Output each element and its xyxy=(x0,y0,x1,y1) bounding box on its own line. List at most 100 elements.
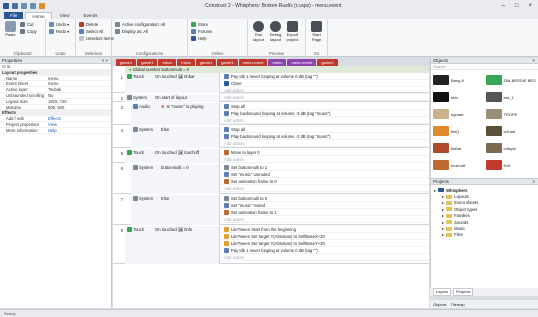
action-row[interactable]: Set buttonmulti to 1 xyxy=(221,164,429,171)
run-layout-button[interactable]: Run layout xyxy=(251,21,266,42)
event-row[interactable]: 7 System Else Set buttonmulti to 0 Set "m… xyxy=(113,195,429,225)
action-row[interactable]: Set "music" unmuted xyxy=(221,171,429,178)
expand-icon[interactable]: ▸ xyxy=(442,213,444,218)
action-row[interactable]: Set animation frame to 0 xyxy=(221,178,429,185)
document-tab[interactable]: game1 xyxy=(196,59,217,66)
event-condition[interactable]: System Else xyxy=(131,195,220,225)
copy-button[interactable]: Copy xyxy=(20,28,37,35)
start-page-button[interactable]: Start Page xyxy=(309,21,324,42)
undo-icon[interactable] xyxy=(21,2,27,9)
action-row[interactable]: Stop all xyxy=(221,126,429,133)
expand-icon[interactable]: ▸ xyxy=(442,220,444,225)
minimize-button[interactable]: – xyxy=(502,3,505,9)
tab-layers[interactable]: Layers xyxy=(433,288,452,296)
paste-button[interactable]: Paste xyxy=(3,21,18,38)
expand-icon[interactable]: ▸ xyxy=(442,232,444,237)
action-row[interactable]: Stop all xyxy=(221,103,429,110)
redo-button[interactable]: Redo ▾ xyxy=(49,28,72,35)
document-tab[interactable]: Inbox xyxy=(177,59,196,66)
event-row[interactable]: 5 Touch On touched 🖼 touchoff Move to lay… xyxy=(113,149,429,163)
sort-icon[interactable]: ☷ ⇅ xyxy=(0,64,48,69)
event-condition[interactable]: Touch On touched 🖼 touchoff xyxy=(125,149,220,163)
document-tab[interactable]: game1 xyxy=(137,59,158,66)
close-icon[interactable]: × × xyxy=(102,58,108,63)
event-row[interactable]: 1 Touch On touched 🖼 tlnbar Pay Idk 1 nev… xyxy=(113,73,429,94)
select-all-button[interactable]: Select All xyxy=(79,28,108,35)
add-action-link[interactable]: Add action xyxy=(221,87,429,94)
object-item[interactable]: touchoff xyxy=(433,158,484,172)
object-item[interactable]: tollspel xyxy=(485,141,537,155)
event-row[interactable]: 8 Touch On touched 🖼 tlnfo LiteTween Star… xyxy=(113,226,429,264)
property-link[interactable]: Effects xyxy=(48,116,111,121)
event-condition[interactable]: Touch On touched 🖼 tlnfo xyxy=(125,226,220,264)
object-item[interactable]: bgmart xyxy=(433,107,484,121)
action-row[interactable]: Set animation frame to 1 xyxy=(221,209,429,216)
expand-icon[interactable]: ▸ xyxy=(442,226,444,231)
event-row[interactable]: 6 System buttonmulti = 0 Set buttonmulti … xyxy=(113,164,429,194)
property-row[interactable]: More information Help xyxy=(0,128,111,134)
tab-view[interactable]: View xyxy=(54,12,76,19)
export-project-button[interactable]: Export project xyxy=(285,21,300,42)
tab-tilemap[interactable]: Tilemap xyxy=(451,302,465,307)
add-action-link[interactable]: Add action xyxy=(221,156,429,163)
document-tab[interactable]: menu.event xyxy=(238,59,268,66)
document-tab[interactable]: game1 xyxy=(217,59,238,66)
action-row[interactable]: Play backsound looping at volume -3 dB (… xyxy=(221,110,429,117)
expand-icon[interactable]: ▸ xyxy=(442,207,444,212)
document-tab[interactable]: game2 xyxy=(317,59,338,66)
close-button[interactable]: × xyxy=(528,3,532,9)
tab-home[interactable]: Home xyxy=(25,12,52,19)
expand-icon[interactable]: ▸ xyxy=(442,194,444,199)
object-item[interactable]: ard_1 xyxy=(485,90,537,104)
object-item[interactable]: tlnBar xyxy=(433,141,484,155)
add-action-link[interactable]: Add action xyxy=(221,140,429,147)
add-action-link[interactable]: Add action xyxy=(221,185,429,192)
store-button[interactable]: Store xyxy=(191,21,212,28)
add-action-link[interactable]: Add action xyxy=(221,254,429,261)
object-item[interactable]: Bang 8 xyxy=(433,73,484,87)
tab-events[interactable]: Events xyxy=(78,12,104,19)
expand-icon[interactable]: ▸ xyxy=(434,188,436,193)
action-row[interactable]: Pay Idk 1 never looping at volume 0 dB (… xyxy=(221,247,429,254)
save-icon[interactable] xyxy=(12,2,18,9)
action-row[interactable]: Pay Idk 1 never looping at volume 0 dB (… xyxy=(221,73,429,80)
debug-layout-button[interactable]: Debug layout xyxy=(268,21,283,42)
document-tab[interactable]: game1 xyxy=(116,59,137,66)
action-row[interactable]: Move to layer 0 xyxy=(221,149,429,156)
action-row[interactable]: LiteTween Start from the beginning xyxy=(221,226,429,233)
close-icon[interactable]: × xyxy=(532,58,535,63)
property-link[interactable]: View xyxy=(48,122,111,127)
redo-icon[interactable] xyxy=(30,2,36,9)
display-as-select[interactable]: Display as: All xyxy=(115,28,184,35)
event-row[interactable]: 3 Audio ✖ Is "music" is playing Stop all P… xyxy=(113,103,429,125)
object-item[interactable]: bbb xyxy=(433,90,484,104)
event-condition[interactable]: System Else xyxy=(131,126,220,148)
close-icon[interactable]: × xyxy=(532,179,535,184)
tree-item[interactable]: ▸ Files xyxy=(434,232,535,238)
action-row[interactable]: LiteTween Set target Y(Absolute) to Self… xyxy=(221,240,429,247)
action-row[interactable]: Set "music" muted xyxy=(221,202,429,209)
action-row[interactable]: Play backsound looping at volume -3 dB (… xyxy=(221,133,429,140)
property-link[interactable]: Help xyxy=(48,128,111,133)
event-row[interactable]: 4 System Else Stop all Play backsound loo… xyxy=(113,126,429,148)
global-variable[interactable]: ● Global number buttonmulti = 0 xyxy=(125,66,429,73)
action-row[interactable]: Close xyxy=(221,80,429,87)
event-condition[interactable]: System On start of layout xyxy=(125,94,220,102)
tab-file[interactable]: File xyxy=(4,12,24,19)
document-tab[interactable]: Inbox xyxy=(158,59,177,66)
document-tab[interactable]: menu xyxy=(268,59,287,66)
object-item[interactable]: TROPE xyxy=(485,107,537,121)
unselect-button[interactable]: Unselect Items xyxy=(79,35,114,42)
expand-icon[interactable]: ▸ xyxy=(442,200,444,205)
event-row[interactable]: 2 System On start of layout Add action xyxy=(113,94,429,102)
object-item[interactable]: Exit xyxy=(485,158,537,172)
undo-button[interactable]: Undo ▾ xyxy=(49,21,72,28)
action-row[interactable]: Set buttonmulti to 0 xyxy=(221,195,429,202)
maximize-button[interactable]: □ xyxy=(515,3,519,9)
action-row[interactable]: LiteTween Set target Y(Absolute) to Self… xyxy=(221,233,429,240)
cut-button[interactable]: Cut xyxy=(20,21,37,28)
event-condition[interactable]: Touch On touched 🖼 tlnbar xyxy=(125,73,220,93)
help-button[interactable]: Help xyxy=(191,35,212,42)
tab-objects[interactable]: Objects xyxy=(433,302,447,307)
event-condition[interactable]: System buttonmulti = 0 xyxy=(131,164,220,194)
